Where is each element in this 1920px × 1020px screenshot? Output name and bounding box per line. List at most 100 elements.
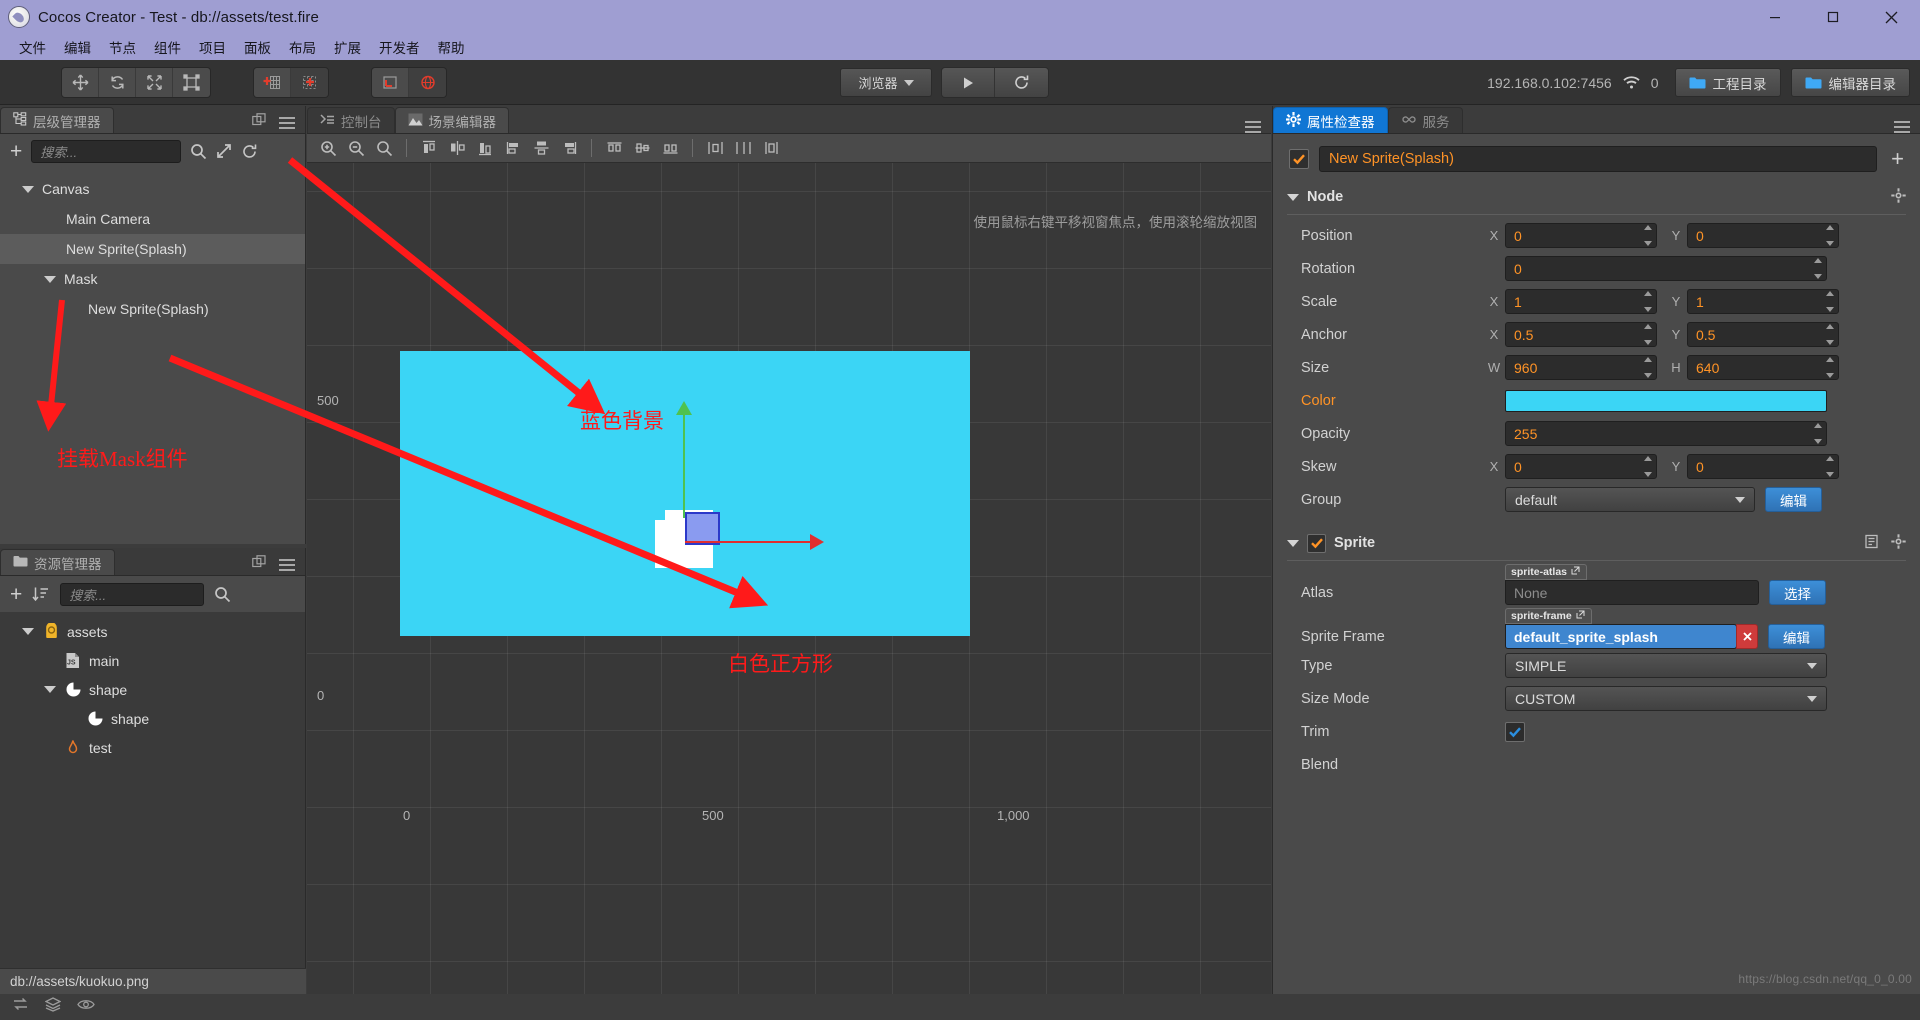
tab-services[interactable]: 服务: [1387, 107, 1463, 133]
atlas-input[interactable]: None: [1505, 580, 1759, 605]
type-select[interactable]: SIMPLE: [1505, 653, 1827, 678]
tab-properties-inspector[interactable]: 属性检查器: [1273, 107, 1388, 133]
sync-icon[interactable]: [12, 997, 29, 1017]
distribute-v-button[interactable]: [730, 136, 756, 160]
tab-hierarchy[interactable]: 层级管理器: [0, 107, 114, 133]
close-button[interactable]: [1862, 0, 1920, 34]
distribute-middle-button[interactable]: [629, 136, 655, 160]
menu-panel[interactable]: 面板: [235, 35, 280, 59]
search-icon[interactable]: [190, 143, 207, 160]
distribute-h-button[interactable]: [702, 136, 728, 160]
visibility-icon[interactable]: [77, 998, 95, 1016]
menu-file[interactable]: 文件: [10, 35, 55, 59]
panel-menu-icon[interactable]: [1894, 121, 1910, 133]
spacing-button[interactable]: [758, 136, 784, 160]
color-swatch[interactable]: [1505, 389, 1827, 412]
pivot-node-tool-button[interactable]: [291, 67, 328, 97]
sprite-frame-edit-button[interactable]: 编辑: [1768, 624, 1825, 649]
tree-node-mask[interactable]: Mask: [0, 264, 305, 294]
chevron-down-icon[interactable]: [22, 628, 34, 635]
sprite-section-header[interactable]: Sprite: [1273, 528, 1920, 558]
rotation-input[interactable]: 0: [1505, 256, 1827, 281]
gizmo-x-axis-arrow[interactable]: [810, 534, 824, 550]
stepper-icon[interactable]: [1826, 324, 1836, 345]
align-center-h-button[interactable]: [444, 136, 470, 160]
editor-dir-button[interactable]: 编辑器目录: [1790, 68, 1910, 97]
stepper-icon[interactable]: [1644, 456, 1654, 477]
tree-node-new-sprite-splash[interactable]: New Sprite(Splash): [0, 234, 305, 264]
align-top-button[interactable]: [500, 136, 526, 160]
menu-project[interactable]: 项目: [190, 35, 235, 59]
panel-menu-icon[interactable]: [279, 117, 295, 129]
menu-edit[interactable]: 编辑: [55, 35, 100, 59]
gizmo-y-axis[interactable]: [683, 410, 685, 518]
align-right-button[interactable]: [472, 136, 498, 160]
scale-x-input[interactable]: 1: [1505, 289, 1657, 314]
atlas-select-button[interactable]: 选择: [1769, 580, 1826, 605]
play-button[interactable]: [942, 68, 995, 97]
trim-checkbox[interactable]: [1505, 721, 1525, 742]
sprite-enabled-checkbox[interactable]: [1307, 533, 1326, 553]
distribute-bottom-button[interactable]: [657, 136, 683, 160]
asset-node-main[interactable]: JS main: [0, 646, 305, 675]
chevron-down-icon[interactable]: [1287, 539, 1299, 547]
distribute-top-button[interactable]: [601, 136, 627, 160]
help-doc-icon[interactable]: [1864, 534, 1879, 553]
menu-help[interactable]: 帮助: [429, 35, 474, 59]
asset-node-shape-texture[interactable]: shape: [0, 675, 305, 704]
clear-sprite-frame-button[interactable]: [1736, 624, 1758, 649]
tree-node-canvas[interactable]: Canvas: [0, 174, 305, 204]
node-enabled-checkbox[interactable]: [1289, 149, 1309, 169]
create-asset-button[interactable]: +: [10, 584, 22, 605]
scale-tool-button[interactable]: [136, 67, 173, 97]
asset-node-shape-spriteframe[interactable]: shape: [0, 704, 305, 733]
assets-search-input[interactable]: 搜索...: [60, 582, 205, 606]
menu-component[interactable]: 组件: [145, 35, 190, 59]
search-icon[interactable]: [214, 586, 231, 603]
menu-extension[interactable]: 扩展: [325, 35, 370, 59]
sprite-frame-input[interactable]: default_sprite_splash: [1505, 624, 1737, 649]
add-node-button[interactable]: +: [10, 141, 22, 162]
sort-icon[interactable]: [32, 586, 50, 602]
stepper-icon[interactable]: [1826, 291, 1836, 312]
align-center-v-button[interactable]: [528, 136, 554, 160]
refresh-button[interactable]: [995, 68, 1048, 97]
rotate-tool-button[interactable]: [99, 67, 136, 97]
chevron-down-icon[interactable]: [44, 275, 56, 283]
opacity-input[interactable]: 255: [1505, 421, 1827, 446]
chevron-down-icon[interactable]: [1287, 193, 1299, 201]
scene-viewport[interactable]: 使用鼠标右键平移视窗焦点，使用滚轮缩放视图 500 0 0 500 1,000: [307, 163, 1271, 994]
stepper-icon[interactable]: [1814, 423, 1824, 444]
stepper-icon[interactable]: [1826, 456, 1836, 477]
size-w-input[interactable]: 960: [1505, 355, 1657, 380]
project-dir-button[interactable]: 工程目录: [1674, 68, 1781, 97]
node-section-header[interactable]: Node: [1273, 182, 1920, 212]
external-link-icon[interactable]: [1571, 566, 1580, 578]
tab-console[interactable]: 控制台: [307, 107, 395, 133]
stepper-icon[interactable]: [1814, 258, 1824, 279]
refresh-icon[interactable]: [241, 143, 258, 160]
tab-assets[interactable]: 资源管理器: [0, 549, 115, 575]
minimize-button[interactable]: [1746, 0, 1804, 34]
pivot-center-tool-button[interactable]: [254, 67, 291, 97]
position-x-input[interactable]: 0: [1505, 223, 1657, 248]
size-h-input[interactable]: 640: [1687, 355, 1839, 380]
expand-icon[interactable]: [216, 143, 232, 159]
chevron-down-icon[interactable]: [22, 185, 34, 193]
menu-layout[interactable]: 布局: [280, 35, 325, 59]
group-select[interactable]: default: [1505, 487, 1755, 512]
layers-icon[interactable]: [44, 997, 62, 1017]
skew-y-input[interactable]: 0: [1687, 454, 1839, 479]
asset-node-assets[interactable]: assets: [0, 617, 305, 646]
asset-node-test-scene[interactable]: test: [0, 733, 305, 762]
zoom-fit-button[interactable]: [371, 136, 397, 160]
zoom-in-button[interactable]: [315, 136, 341, 160]
tree-node-mask-child-sprite[interactable]: New Sprite(Splash): [0, 294, 305, 324]
group-edit-button[interactable]: 编辑: [1765, 487, 1822, 512]
menu-developer[interactable]: 开发者: [370, 35, 429, 59]
size-mode-select[interactable]: CUSTOM: [1505, 686, 1827, 711]
stepper-icon[interactable]: [1644, 324, 1654, 345]
stepper-icon[interactable]: [1644, 357, 1654, 378]
align-left-button[interactable]: [416, 136, 442, 160]
position-y-input[interactable]: 0: [1687, 223, 1839, 248]
